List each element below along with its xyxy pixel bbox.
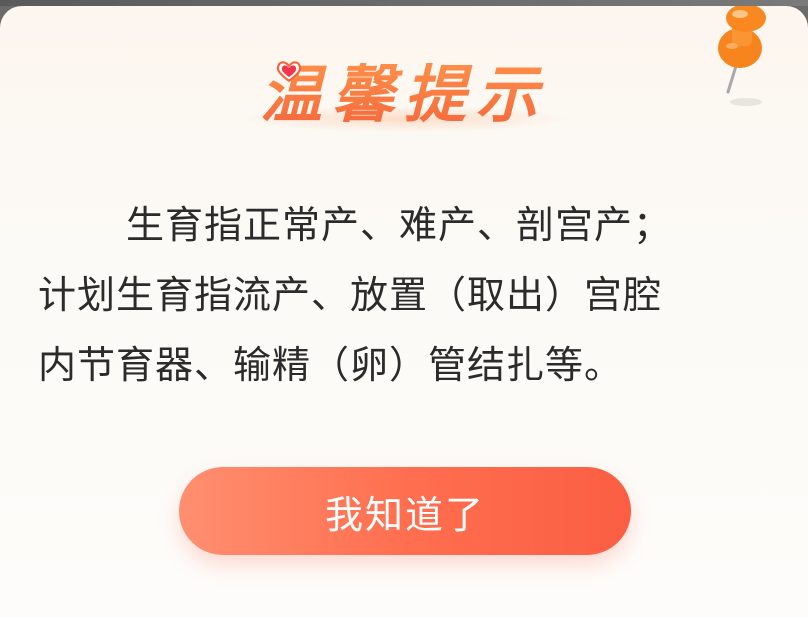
message-line: 计划生育指流产、放置（取出）宫腔 — [38, 273, 663, 317]
heart-icon — [276, 61, 302, 83]
tip-dialog: 温馨提示 生育指正常产、难产、剖宫产； 计划生育指流产、放置（取出）宫腔 内节育… — [0, 6, 808, 617]
confirm-button[interactable]: 我知道了 — [179, 467, 631, 555]
dialog-title: 温馨提示 — [0, 44, 808, 134]
dialog-message: 生育指正常产、难产、剖宫产； 计划生育指流产、放置（取出）宫腔 内节育器、输精（… — [38, 190, 778, 400]
message-line: 内节育器、输精（卵）管结扎等。 — [38, 343, 624, 387]
pushpin-icon — [718, 6, 766, 106]
message-line: 生育指正常产、难产、剖宫产； — [126, 203, 673, 247]
